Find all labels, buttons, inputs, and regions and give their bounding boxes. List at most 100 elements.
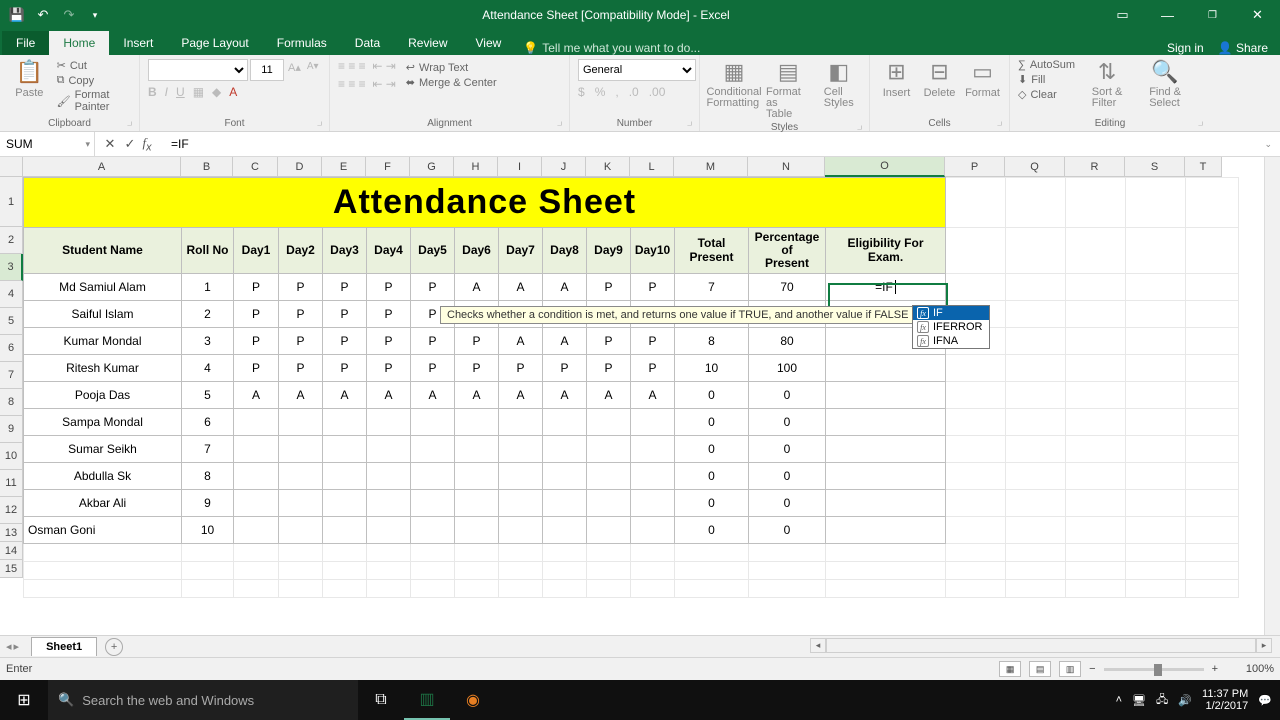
data-cell[interactable]: Akbar Ali <box>24 490 182 517</box>
select-all-corner[interactable] <box>0 157 23 177</box>
data-cell[interactable] <box>234 436 279 463</box>
cut-button[interactable]: ✂Cut <box>57 59 131 72</box>
data-cell[interactable]: P <box>631 274 675 301</box>
column-header-I[interactable]: I <box>498 157 542 177</box>
data-cell[interactable] <box>587 463 631 490</box>
data-cell[interactable] <box>826 490 946 517</box>
data-cell[interactable] <box>234 409 279 436</box>
data-cell[interactable]: 100 <box>749 355 826 382</box>
column-header-S[interactable]: S <box>1125 157 1185 177</box>
data-cell[interactable]: A <box>455 274 499 301</box>
data-cell[interactable]: P <box>411 274 455 301</box>
data-cell[interactable] <box>234 463 279 490</box>
tab-home[interactable]: Home <box>49 31 109 55</box>
data-cell[interactable] <box>543 517 587 544</box>
zoom-in-icon[interactable]: + <box>1212 663 1218 675</box>
share-button[interactable]: 👤 Share <box>1218 41 1268 55</box>
row-header-13[interactable]: 13 <box>0 524 23 542</box>
data-cell[interactable] <box>587 436 631 463</box>
data-cell[interactable]: P <box>367 274 411 301</box>
data-cell[interactable]: Pooja Das <box>24 382 182 409</box>
data-cell[interactable]: Md Samiul Alam <box>24 274 182 301</box>
data-cell[interactable]: Sampa Mondal <box>24 409 182 436</box>
view-page-break-icon[interactable]: ▥ <box>1059 661 1081 677</box>
header-cell[interactable]: Student Name <box>24 228 182 274</box>
data-cell[interactable]: P <box>367 355 411 382</box>
data-cell[interactable] <box>279 463 323 490</box>
tab-review[interactable]: Review <box>394 31 461 55</box>
data-cell[interactable]: P <box>587 355 631 382</box>
data-cell[interactable]: P <box>279 328 323 355</box>
data-cell[interactable]: 10 <box>675 355 749 382</box>
data-cell[interactable]: Abdulla Sk <box>24 463 182 490</box>
row-header-1[interactable]: 1 <box>0 177 23 227</box>
column-header-F[interactable]: F <box>366 157 410 177</box>
column-header-J[interactable]: J <box>542 157 586 177</box>
data-cell[interactable]: 0 <box>749 436 826 463</box>
tab-data[interactable]: Data <box>341 31 394 55</box>
sheet-nav-prev-icon[interactable]: ◂ <box>6 640 12 653</box>
tray-chevron-icon[interactable]: ˄ <box>1116 694 1122 706</box>
data-cell[interactable]: Sumar Seikh <box>24 436 182 463</box>
inc-decimal-icon[interactable]: .0 <box>629 85 639 99</box>
column-header-Q[interactable]: Q <box>1005 157 1065 177</box>
undo-icon[interactable]: ↶ <box>32 4 54 26</box>
data-cell[interactable]: 0 <box>749 409 826 436</box>
column-header-M[interactable]: M <box>674 157 748 177</box>
data-cell[interactable]: 1 <box>182 274 234 301</box>
data-cell[interactable] <box>631 517 675 544</box>
row-header-7[interactable]: 7 <box>0 362 23 389</box>
data-cell[interactable] <box>499 490 543 517</box>
data-cell[interactable] <box>826 436 946 463</box>
data-cell[interactable]: P <box>499 355 543 382</box>
zoom-level[interactable]: 100% <box>1226 663 1274 675</box>
data-cell[interactable] <box>826 382 946 409</box>
data-cell[interactable] <box>587 517 631 544</box>
data-cell[interactable]: 0 <box>675 409 749 436</box>
data-cell[interactable]: 0 <box>675 436 749 463</box>
data-cell[interactable]: 8 <box>675 328 749 355</box>
data-cell[interactable] <box>411 463 455 490</box>
format-cells-button[interactable]: ▭Format <box>964 59 1001 99</box>
data-cell[interactable]: P <box>587 328 631 355</box>
data-cell[interactable]: P <box>543 355 587 382</box>
view-normal-icon[interactable]: ▦ <box>999 661 1021 677</box>
data-cell[interactable] <box>631 409 675 436</box>
save-icon[interactable]: 💾 <box>6 4 28 26</box>
add-sheet-button[interactable]: + <box>105 638 123 656</box>
data-cell[interactable] <box>279 436 323 463</box>
autocomplete-item-if[interactable]: fxIF <box>913 306 989 320</box>
expand-formula-bar-icon[interactable]: ⌄ <box>1256 139 1280 150</box>
font-family-select[interactable] <box>148 59 248 81</box>
data-cell[interactable]: A <box>543 274 587 301</box>
start-button[interactable]: ⊞ <box>0 680 48 720</box>
data-cell[interactable]: P <box>631 355 675 382</box>
taskbar-search[interactable]: 🔍Search the web and Windows <box>48 680 358 720</box>
minimize-button[interactable]: — <box>1145 0 1190 30</box>
data-cell[interactable]: P <box>279 274 323 301</box>
find-select-button[interactable]: 🔍Find &Select <box>1139 59 1191 109</box>
data-cell[interactable] <box>234 517 279 544</box>
column-header-C[interactable]: C <box>233 157 278 177</box>
qat-customize-icon[interactable]: ▾ <box>84 4 106 26</box>
header-cell[interactable]: Day10 <box>631 228 675 274</box>
data-cell[interactable] <box>543 409 587 436</box>
data-cell[interactable]: =IF <box>826 274 946 301</box>
data-cell[interactable] <box>826 517 946 544</box>
header-cell[interactable]: TotalPresent <box>675 228 749 274</box>
data-cell[interactable]: A <box>455 382 499 409</box>
column-header-O[interactable]: O <box>825 157 945 177</box>
data-cell[interactable]: A <box>543 382 587 409</box>
taskbar-app-excel[interactable]: ▥ <box>404 680 450 720</box>
header-cell[interactable]: Eligibility ForExam. <box>826 228 946 274</box>
data-cell[interactable] <box>323 463 367 490</box>
header-cell[interactable]: Day5 <box>411 228 455 274</box>
tell-me-input[interactable]: 💡Tell me what you want to do... <box>523 41 700 55</box>
currency-icon[interactable]: $ <box>578 85 585 99</box>
data-cell[interactable] <box>455 490 499 517</box>
data-cell[interactable] <box>455 436 499 463</box>
data-cell[interactable]: P <box>323 301 367 328</box>
data-cell[interactable] <box>499 517 543 544</box>
data-cell[interactable] <box>543 490 587 517</box>
data-cell[interactable] <box>499 436 543 463</box>
